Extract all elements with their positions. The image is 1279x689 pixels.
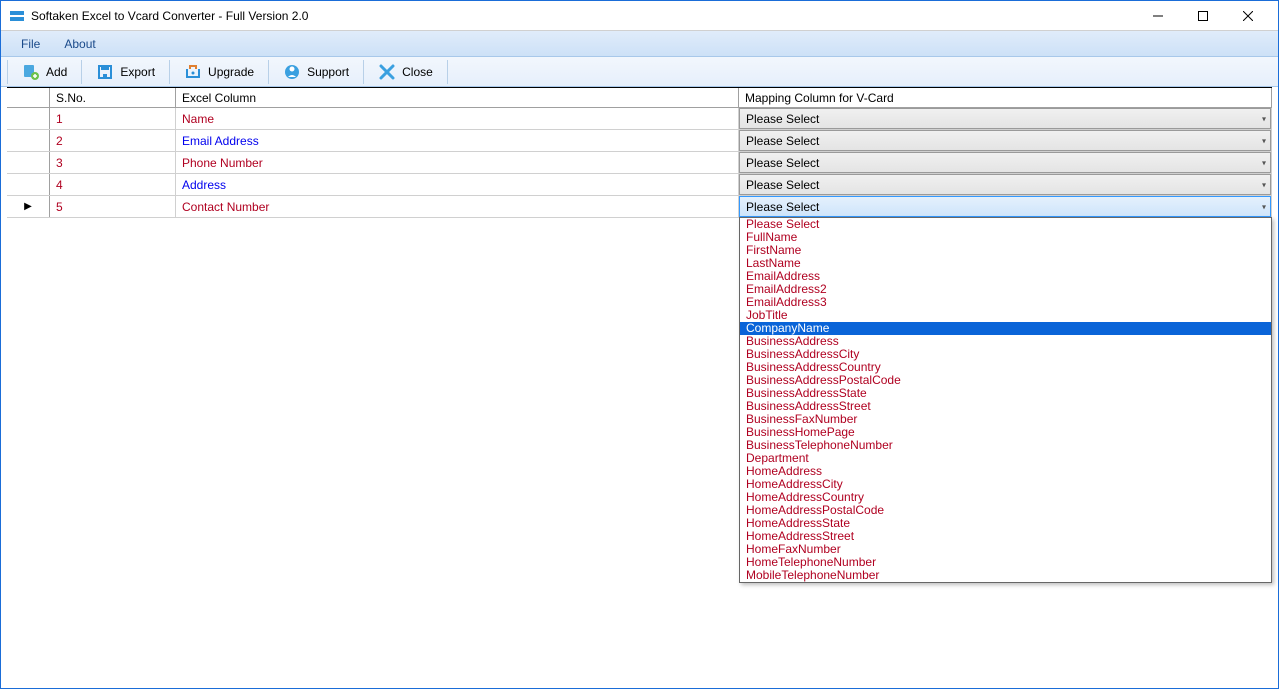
upgrade-icon	[184, 63, 202, 81]
add-icon	[22, 63, 40, 81]
menu-file[interactable]: File	[9, 33, 52, 55]
dropdown-option[interactable]: BusinessTelephoneNumber	[740, 439, 1271, 452]
table-row[interactable]: 1NamePlease Select▾	[7, 108, 1272, 130]
row-indicator	[7, 174, 50, 195]
chevron-down-icon: ▾	[1262, 202, 1266, 211]
dropdown-option[interactable]: Please Select	[740, 218, 1271, 231]
upgrade-label: Upgrade	[208, 65, 254, 79]
cell-sno: 5	[50, 196, 176, 217]
mapping-combobox[interactable]: Please Select▾	[739, 174, 1271, 195]
chevron-down-icon: ▾	[1262, 180, 1266, 189]
support-label: Support	[307, 65, 349, 79]
mapping-combobox[interactable]: Please Select▾	[739, 196, 1271, 217]
row-indicator	[7, 130, 50, 151]
cell-sno: 3	[50, 152, 176, 173]
upgrade-button[interactable]: Upgrade	[174, 60, 264, 84]
table-row[interactable]: 3Phone NumberPlease Select▾	[7, 152, 1272, 174]
row-indicator: ▶	[7, 196, 50, 217]
chevron-down-icon: ▾	[1262, 158, 1266, 167]
dropdown-option[interactable]: FirstName	[740, 244, 1271, 257]
menubar: File About	[1, 31, 1278, 57]
header-mapping-column[interactable]: Mapping Column for V-Card	[739, 88, 1272, 107]
add-button[interactable]: Add	[12, 60, 77, 84]
toolbar: Add Export Upgrade Support Close	[1, 57, 1278, 87]
close-tool-button[interactable]: Close	[368, 60, 443, 84]
cell-excel-column: Phone Number	[176, 152, 739, 173]
dropdown-option[interactable]: MobileTelephoneNumber	[740, 569, 1271, 582]
add-label: Add	[46, 65, 67, 79]
mapping-combobox[interactable]: Please Select▾	[739, 108, 1271, 129]
mapping-dropdown-list[interactable]: Please SelectFullNameFirstNameLastNameEm…	[739, 217, 1272, 583]
maximize-button[interactable]	[1180, 1, 1225, 31]
cell-mapping-select[interactable]: Please Select▾	[739, 196, 1272, 217]
export-label: Export	[120, 65, 155, 79]
chevron-down-icon: ▾	[1262, 114, 1266, 123]
minimize-button[interactable]	[1135, 1, 1180, 31]
header-sno[interactable]: S.No.	[50, 88, 176, 107]
cell-sno: 2	[50, 130, 176, 151]
cell-mapping-select[interactable]: Please Select▾	[739, 130, 1272, 151]
cell-mapping-select[interactable]: Please Select▾	[739, 174, 1272, 195]
grid-header: S.No. Excel Column Mapping Column for V-…	[7, 88, 1272, 108]
header-excel-column[interactable]: Excel Column	[176, 88, 739, 107]
close-tool-label: Close	[402, 65, 433, 79]
chevron-down-icon: ▾	[1262, 136, 1266, 145]
close-tool-icon	[378, 63, 396, 81]
dropdown-option[interactable]: EmailAddress3	[740, 296, 1271, 309]
window-title: Softaken Excel to Vcard Converter - Full…	[31, 9, 1135, 23]
app-icon	[9, 8, 25, 24]
export-button[interactable]: Export	[86, 60, 165, 84]
titlebar: Softaken Excel to Vcard Converter - Full…	[1, 1, 1278, 31]
cell-sno: 4	[50, 174, 176, 195]
cell-excel-column: Name	[176, 108, 739, 129]
dropdown-option[interactable]: FullName	[740, 231, 1271, 244]
cell-excel-column: Contact Number	[176, 196, 739, 217]
cell-excel-column: Address	[176, 174, 739, 195]
table-row[interactable]: 4AddressPlease Select▾	[7, 174, 1272, 196]
support-icon	[283, 63, 301, 81]
menu-about[interactable]: About	[52, 33, 107, 55]
row-indicator	[7, 152, 50, 173]
cell-mapping-select[interactable]: Please Select▾	[739, 108, 1272, 129]
row-indicator	[7, 108, 50, 129]
header-rowselector	[7, 88, 50, 107]
table-row[interactable]: ▶5Contact NumberPlease Select▾	[7, 196, 1272, 218]
cell-mapping-select[interactable]: Please Select▾	[739, 152, 1272, 173]
support-button[interactable]: Support	[273, 60, 359, 84]
close-button[interactable]	[1225, 1, 1270, 31]
mapping-combobox[interactable]: Please Select▾	[739, 130, 1271, 151]
export-icon	[96, 63, 114, 81]
cell-sno: 1	[50, 108, 176, 129]
table-row[interactable]: 2Email AddressPlease Select▾	[7, 130, 1272, 152]
window-controls	[1135, 1, 1270, 31]
mapping-combobox[interactable]: Please Select▾	[739, 152, 1271, 173]
mapping-grid: S.No. Excel Column Mapping Column for V-…	[7, 87, 1272, 218]
cell-excel-column: Email Address	[176, 130, 739, 151]
